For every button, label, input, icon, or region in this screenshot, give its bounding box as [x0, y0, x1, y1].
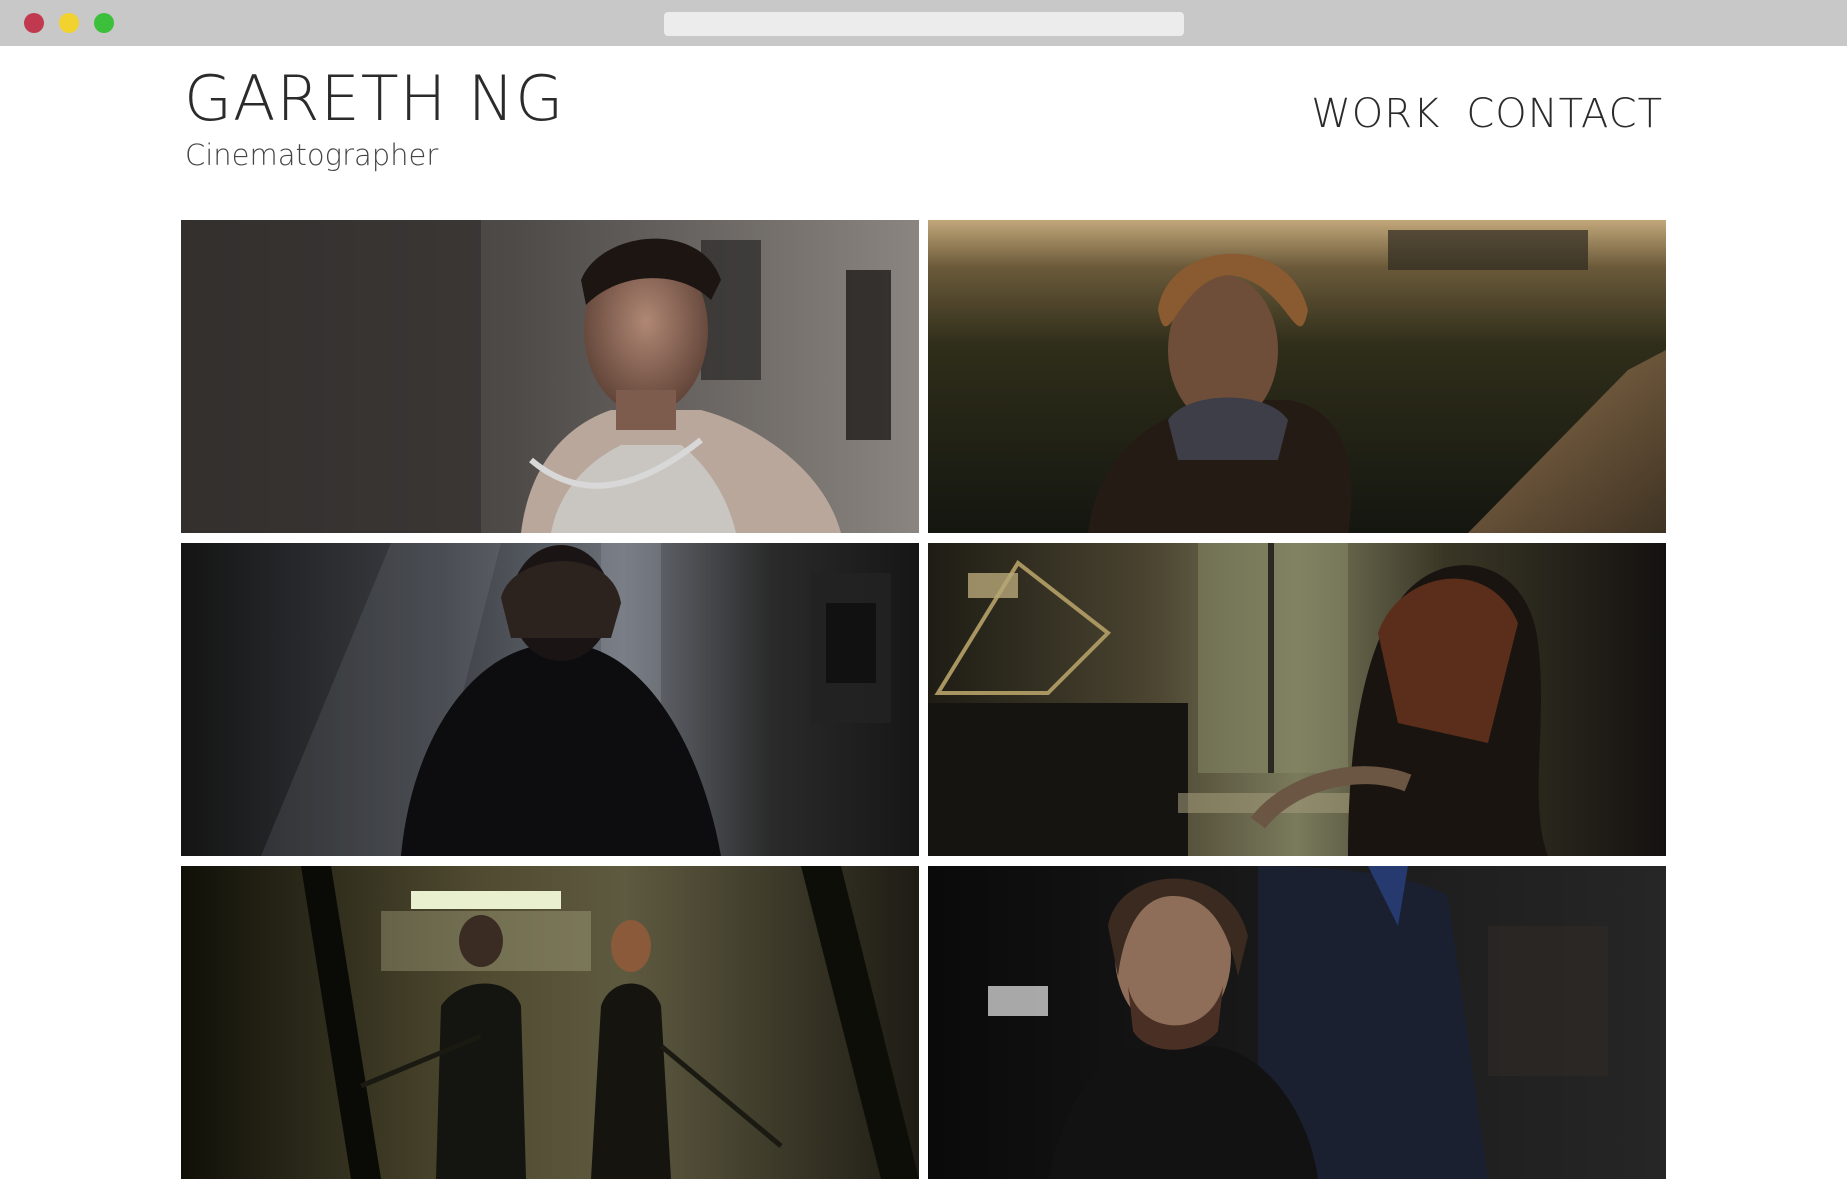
- still-image-woman-writing: [928, 543, 1666, 856]
- maximize-window-icon[interactable]: [94, 13, 114, 33]
- portfolio-tile[interactable]: [181, 543, 919, 856]
- still-image-man-alley: [181, 220, 919, 533]
- portfolio-tile[interactable]: [928, 220, 1666, 533]
- site-subtitle: Cinematographer: [185, 138, 439, 172]
- still-image-stairwell: [181, 866, 919, 1179]
- still-image-man-field: [928, 220, 1666, 533]
- main-nav: WORK CONTACT: [1311, 94, 1663, 134]
- close-window-icon[interactable]: [24, 13, 44, 33]
- portfolio-tile[interactable]: [928, 866, 1666, 1179]
- nav-link-work[interactable]: WORK: [1311, 94, 1440, 134]
- browser-chrome: [0, 0, 1847, 46]
- address-bar[interactable]: [664, 12, 1184, 36]
- portfolio-grid: [181, 220, 1667, 1179]
- still-image-figure-kitchen: [181, 543, 919, 856]
- minimize-window-icon[interactable]: [59, 13, 79, 33]
- still-image-bearded-man: [928, 866, 1666, 1179]
- nav-link-contact[interactable]: CONTACT: [1466, 94, 1663, 134]
- portfolio-tile[interactable]: [928, 543, 1666, 856]
- page: GARETH NG Cinematographer WORK CONTACT: [0, 46, 1847, 1179]
- site-title[interactable]: GARETH NG: [184, 68, 564, 130]
- portfolio-tile[interactable]: [181, 866, 919, 1179]
- portfolio-tile[interactable]: [181, 220, 919, 533]
